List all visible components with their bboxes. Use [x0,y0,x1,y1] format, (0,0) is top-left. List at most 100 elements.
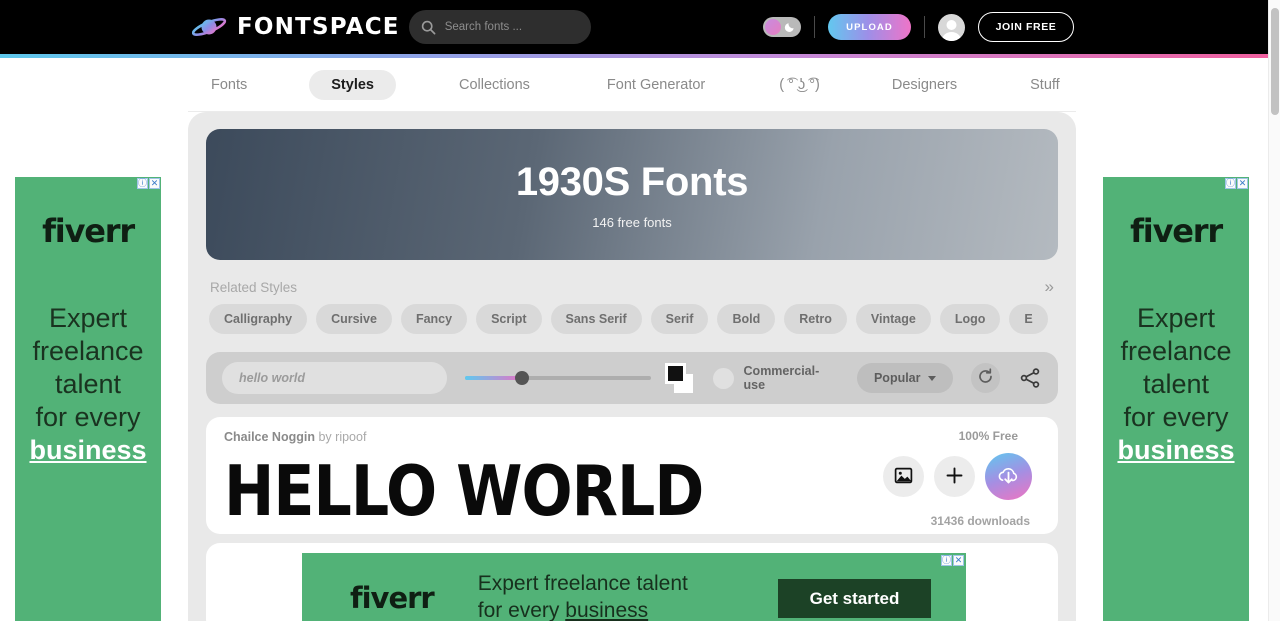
left-ad-line1: Expert [48,303,128,333]
tab-designers[interactable]: Designers [892,77,957,93]
adchoices-info-icon[interactable]: ⓘ [137,178,148,189]
upload-button[interactable]: UPLOAD [828,14,911,40]
chip-vintage[interactable]: Vintage [855,304,931,334]
right-ad-text: Expert freelance talent for every busine… [1117,302,1234,467]
banner-ad-line2-link[interactable]: business [565,599,648,621]
left-ad-line3: talent [54,368,122,399]
tab-styles[interactable]: Styles [309,69,396,100]
adchoices-info-icon[interactable]: ⓘ [941,555,952,566]
join-free-button[interactable]: JOIN FREE [978,12,1074,42]
hero-subtitle: 146 free fonts [592,214,672,230]
adchoices-close-icon[interactable]: ✕ [953,555,964,566]
adchoices-close-icon[interactable]: ✕ [149,178,160,189]
avatar[interactable] [938,13,965,41]
header-actions: UPLOAD JOIN FREE [763,12,1268,42]
font-size-slider[interactable] [464,370,651,386]
related-styles-chips: Calligraphy Cursive Fancy Script Sans Se… [209,304,1069,334]
commercial-use-toggle[interactable]: Commercial-use [712,364,839,392]
banner-ad-brand: fiverr [350,581,435,615]
chevron-double-right-icon[interactable]: » [1045,278,1054,295]
left-side-ad[interactable]: ⓘ ✕ fiverr Expert freelance talent for e… [15,177,161,621]
search-box[interactable] [408,10,591,44]
theme-toggle[interactable] [763,17,801,37]
refresh-icon [977,368,994,388]
color-swatch-icon[interactable] [665,363,694,393]
user-avatar-icon [942,19,961,41]
search-input[interactable] [444,21,579,33]
preview-text-input[interactable] [222,362,447,394]
chip-serif[interactable]: Serif [650,304,709,334]
accent-gradient-rule [0,54,1268,58]
brand-logo[interactable]: FONTSPACE [191,14,400,40]
right-ad-line1: Expert [1136,303,1216,333]
brand-name: FONTSPACE [237,14,400,40]
search-icon [421,20,436,35]
right-ad-adchoices: ⓘ ✕ [1225,178,1248,189]
hero-banner: 1930S Fonts 146 free fonts [206,129,1058,260]
right-ad-line3: talent [1142,368,1210,399]
font-card-meta: Chailce Noggin by ripoof [224,430,1040,444]
header-divider-2 [924,16,925,38]
left-ad-brand: fiverr [42,212,135,250]
chip-sans-serif[interactable]: Sans Serif [550,304,642,334]
font-name[interactable]: Chailce Noggin [224,430,315,444]
banner-ad-line2: for every business [478,598,688,621]
image-icon [894,466,913,488]
sort-dropdown[interactable]: Popular [856,363,953,393]
scrollbar[interactable] [1268,0,1280,621]
get-started-button[interactable]: Get started [778,579,931,618]
chip-fancy[interactable]: Fancy [400,304,468,334]
scrollbar-thumb[interactable] [1271,8,1279,115]
left-ad-line2: freelance [32,335,144,366]
related-styles-label: Related Styles [210,280,298,295]
tab-stuff[interactable]: Stuff [1030,77,1060,93]
adchoices-info-icon[interactable]: ⓘ [1225,178,1236,189]
chip-partial[interactable]: E [1009,304,1048,334]
plus-icon [945,466,964,488]
right-ad-line4: for every [1123,401,1229,432]
download-button[interactable] [985,453,1032,500]
tab-font-generator[interactable]: Font Generator [607,77,705,93]
theme-toggle-knob [765,19,781,35]
slider-handle[interactable] [514,371,529,385]
tab-fonts[interactable]: Fonts [211,77,247,93]
left-ad-line4: for every [35,401,141,432]
font-card: Chailce Noggin by ripoof 100% Free HELLO… [206,417,1058,534]
chip-script[interactable]: Script [476,304,542,334]
chip-calligraphy[interactable]: Calligraphy [209,304,308,334]
adchoices-close-icon[interactable]: ✕ [1237,178,1248,189]
right-side-ad[interactable]: ⓘ ✕ fiverr Expert freelance talent for e… [1103,177,1249,621]
image-preview-button[interactable] [883,456,924,497]
page-title: 1930S Fonts [515,159,749,204]
right-ad-line5[interactable]: business [1117,434,1234,467]
banner-adchoices: ⓘ ✕ [941,555,964,566]
content-panel: 1930S Fonts 146 free fonts Related Style… [188,112,1076,621]
chip-logo[interactable]: Logo [939,304,1001,334]
banner-ad-line1: Expert freelance talent [477,572,688,596]
sort-dropdown-label: Popular [873,371,921,385]
free-badge: 100% Free [958,429,1018,443]
banner-ad-text: Expert freelance talent for every busine… [478,571,688,621]
chevron-down-icon [927,375,936,381]
refresh-button[interactable] [970,363,1000,393]
tab-kaomoji[interactable]: ( ͡° ͜ʖ ͡°) [779,77,820,93]
banner-ad[interactable]: fiverr Expert freelance talent for every… [302,553,966,621]
add-to-collection-button[interactable] [934,456,975,497]
font-author[interactable]: ripoof [335,430,366,444]
chip-retro[interactable]: Retro [784,304,847,334]
download-cloud-icon [995,462,1022,492]
banner-ad-line2-prefix: for every [477,599,566,621]
left-ad-line5[interactable]: business [29,434,146,467]
site-header: FONTSPACE UPLOAD [0,0,1268,54]
chip-cursive[interactable]: Cursive [316,304,392,334]
download-count: 31436 downloads [930,514,1030,528]
tab-collections[interactable]: Collections [459,77,530,93]
swatch-foreground [665,363,687,384]
header-divider-1 [814,16,815,38]
planet-icon [191,14,228,40]
font-card-secondary: fiverr Expert freelance talent for every… [206,543,1058,621]
right-ad-line2: freelance [1120,335,1232,366]
chip-bold[interactable]: Bold [717,304,776,334]
share-icon[interactable] [1018,366,1042,390]
font-by-label: by [318,430,332,444]
